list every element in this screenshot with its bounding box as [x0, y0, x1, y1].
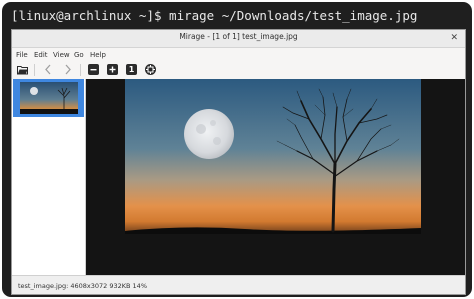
thumbnail-image[interactable]: [20, 82, 78, 114]
status-text: test_image.jpg: 4608x3072 932KB 14%: [18, 282, 147, 290]
terminal-window: [linux@archlinux ~]$ mirage ~/Downloads/…: [2, 2, 472, 297]
close-icon[interactable]: ✕: [450, 32, 458, 44]
status-bar: test_image.jpg: 4608x3072 932KB 14%: [12, 275, 465, 294]
moon-shape: [184, 109, 234, 159]
zoom-out-icon[interactable]: [88, 64, 99, 75]
toolbar-separator: [34, 64, 35, 76]
menu-help[interactable]: Help: [90, 51, 106, 59]
image-viewer[interactable]: [86, 79, 465, 275]
zoom-1-button[interactable]: 1: [126, 64, 137, 75]
zoom-in-icon[interactable]: [107, 64, 118, 75]
main-image: [125, 79, 421, 234]
thumbnail-selection[interactable]: [13, 79, 84, 117]
terminal-command: mirage ~/Downloads/test_image.jpg: [169, 8, 418, 23]
toolbar: 1: [12, 61, 465, 80]
go-previous-icon[interactable]: [42, 64, 53, 75]
zoom-fit-icon[interactable]: [145, 64, 156, 75]
menu-edit[interactable]: Edit: [34, 51, 48, 59]
terminal-prompt: [linux@archlinux ~]$: [11, 8, 170, 23]
window-title: Mirage - [1 of 1] test_image.jpg: [179, 32, 298, 41]
thumbnail-pane[interactable]: [12, 79, 86, 275]
go-next-icon[interactable]: [62, 64, 73, 75]
menu-bar: File Edit View Go Help: [12, 48, 465, 61]
toolbar-separator: [80, 64, 81, 76]
title-bar[interactable]: Mirage - [1 of 1] test_image.jpg ✕: [12, 30, 465, 48]
mirage-window: Mirage - [1 of 1] test_image.jpg ✕ File …: [11, 29, 466, 295]
menu-file[interactable]: File: [16, 51, 28, 59]
menu-view[interactable]: View: [53, 51, 70, 59]
menu-go[interactable]: Go: [74, 51, 84, 59]
terminal-line: [linux@archlinux ~]$ mirage ~/Downloads/…: [11, 7, 417, 25]
folder-open-icon[interactable]: [17, 64, 28, 75]
